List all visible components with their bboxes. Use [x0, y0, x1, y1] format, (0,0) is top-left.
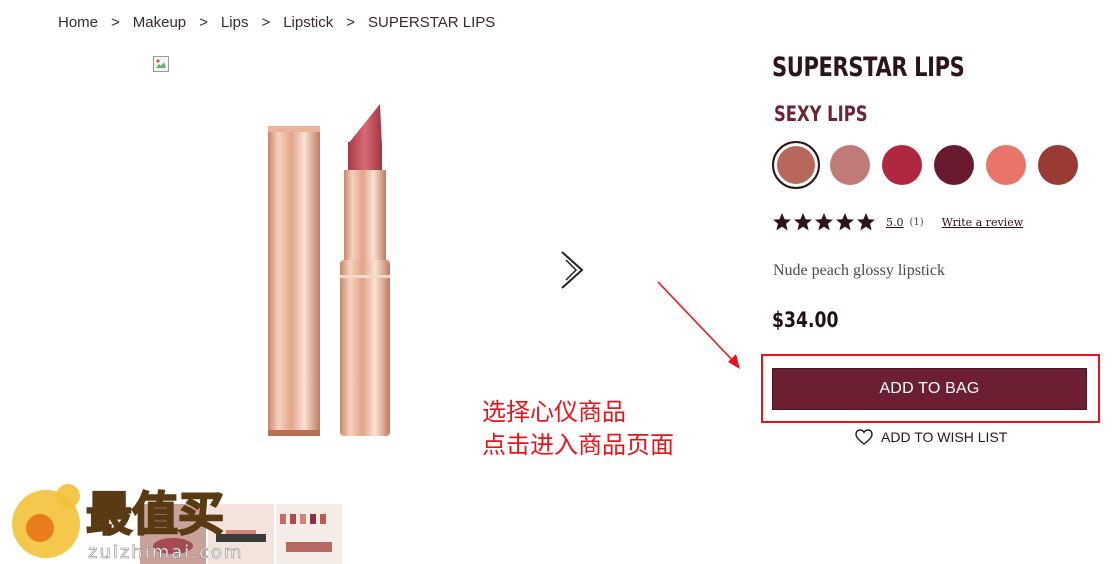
annotation-text: 选择心仪商品 点击进入商品页面 [482, 396, 674, 462]
breadcrumb-makeup[interactable]: Makeup [133, 14, 186, 31]
write-review-link[interactable]: Write a review [942, 216, 1024, 229]
star-icon [857, 213, 875, 231]
breadcrumb-lips[interactable]: Lips [221, 14, 249, 31]
swatch-color [830, 145, 870, 185]
annotation-line-1: 选择心仪商品 [482, 398, 626, 426]
shade-swatch[interactable] [772, 141, 830, 189]
shade-swatch[interactable] [1038, 142, 1090, 188]
swatch-color [882, 145, 922, 185]
swatch-color [1038, 145, 1078, 185]
heart-icon [855, 429, 873, 445]
breadcrumb-separator: > [346, 14, 356, 31]
shade-swatch[interactable] [830, 142, 882, 188]
rating-stars [772, 212, 876, 232]
annotation-line-2: 点击进入商品页面 [482, 431, 674, 459]
breadcrumb-separator: > [111, 14, 120, 31]
rating-count: (1) [909, 216, 924, 228]
star-icon [794, 213, 812, 231]
add-to-wish-list[interactable]: ADD TO WISH LIST [855, 429, 1007, 445]
breadcrumb-current: SUPERSTAR LIPS [368, 14, 496, 31]
annotation-arrow-icon [657, 281, 740, 369]
watermark-logo: 最值买 zuizhimai.com [12, 484, 243, 563]
shade-swatches [772, 141, 1090, 189]
shade-name: SEXY LIPS [774, 102, 868, 126]
product-price: $34.00 [772, 308, 839, 332]
swatch-color [772, 141, 820, 189]
watermark-url: zuizhimai.com [88, 542, 243, 563]
add-to-bag-button[interactable]: ADD TO BAG [772, 368, 1087, 410]
star-icon [836, 213, 854, 231]
shade-swatch[interactable] [882, 142, 934, 188]
breadcrumb-home[interactable]: Home [58, 14, 98, 31]
rating-row: 5.0 (1) Write a review [772, 212, 1023, 232]
product-title: SUPERSTAR LIPS [772, 52, 965, 83]
shade-swatch[interactable] [986, 142, 1038, 188]
shade-swatch[interactable] [934, 142, 986, 188]
broken-image-icon [153, 56, 169, 72]
watermark-text: 最值买 [86, 487, 224, 541]
breadcrumb-lipstick[interactable]: Lipstick [283, 14, 333, 31]
swatch-color [986, 145, 1026, 185]
rating-value[interactable]: 5.0 [886, 216, 904, 229]
next-image-arrow[interactable] [556, 250, 590, 290]
star-icon [773, 213, 791, 231]
breadcrumb-separator: > [199, 14, 208, 31]
breadcrumb: Home > Makeup > Lips > Lipstick > SUPERS… [58, 14, 495, 31]
wish-list-label: ADD TO WISH LIST [881, 429, 1008, 445]
swatch-color [934, 145, 974, 185]
star-icon [815, 213, 833, 231]
breadcrumb-separator: > [261, 14, 271, 31]
product-image [268, 104, 390, 436]
product-description: Nude peach glossy lipstick [773, 262, 945, 279]
